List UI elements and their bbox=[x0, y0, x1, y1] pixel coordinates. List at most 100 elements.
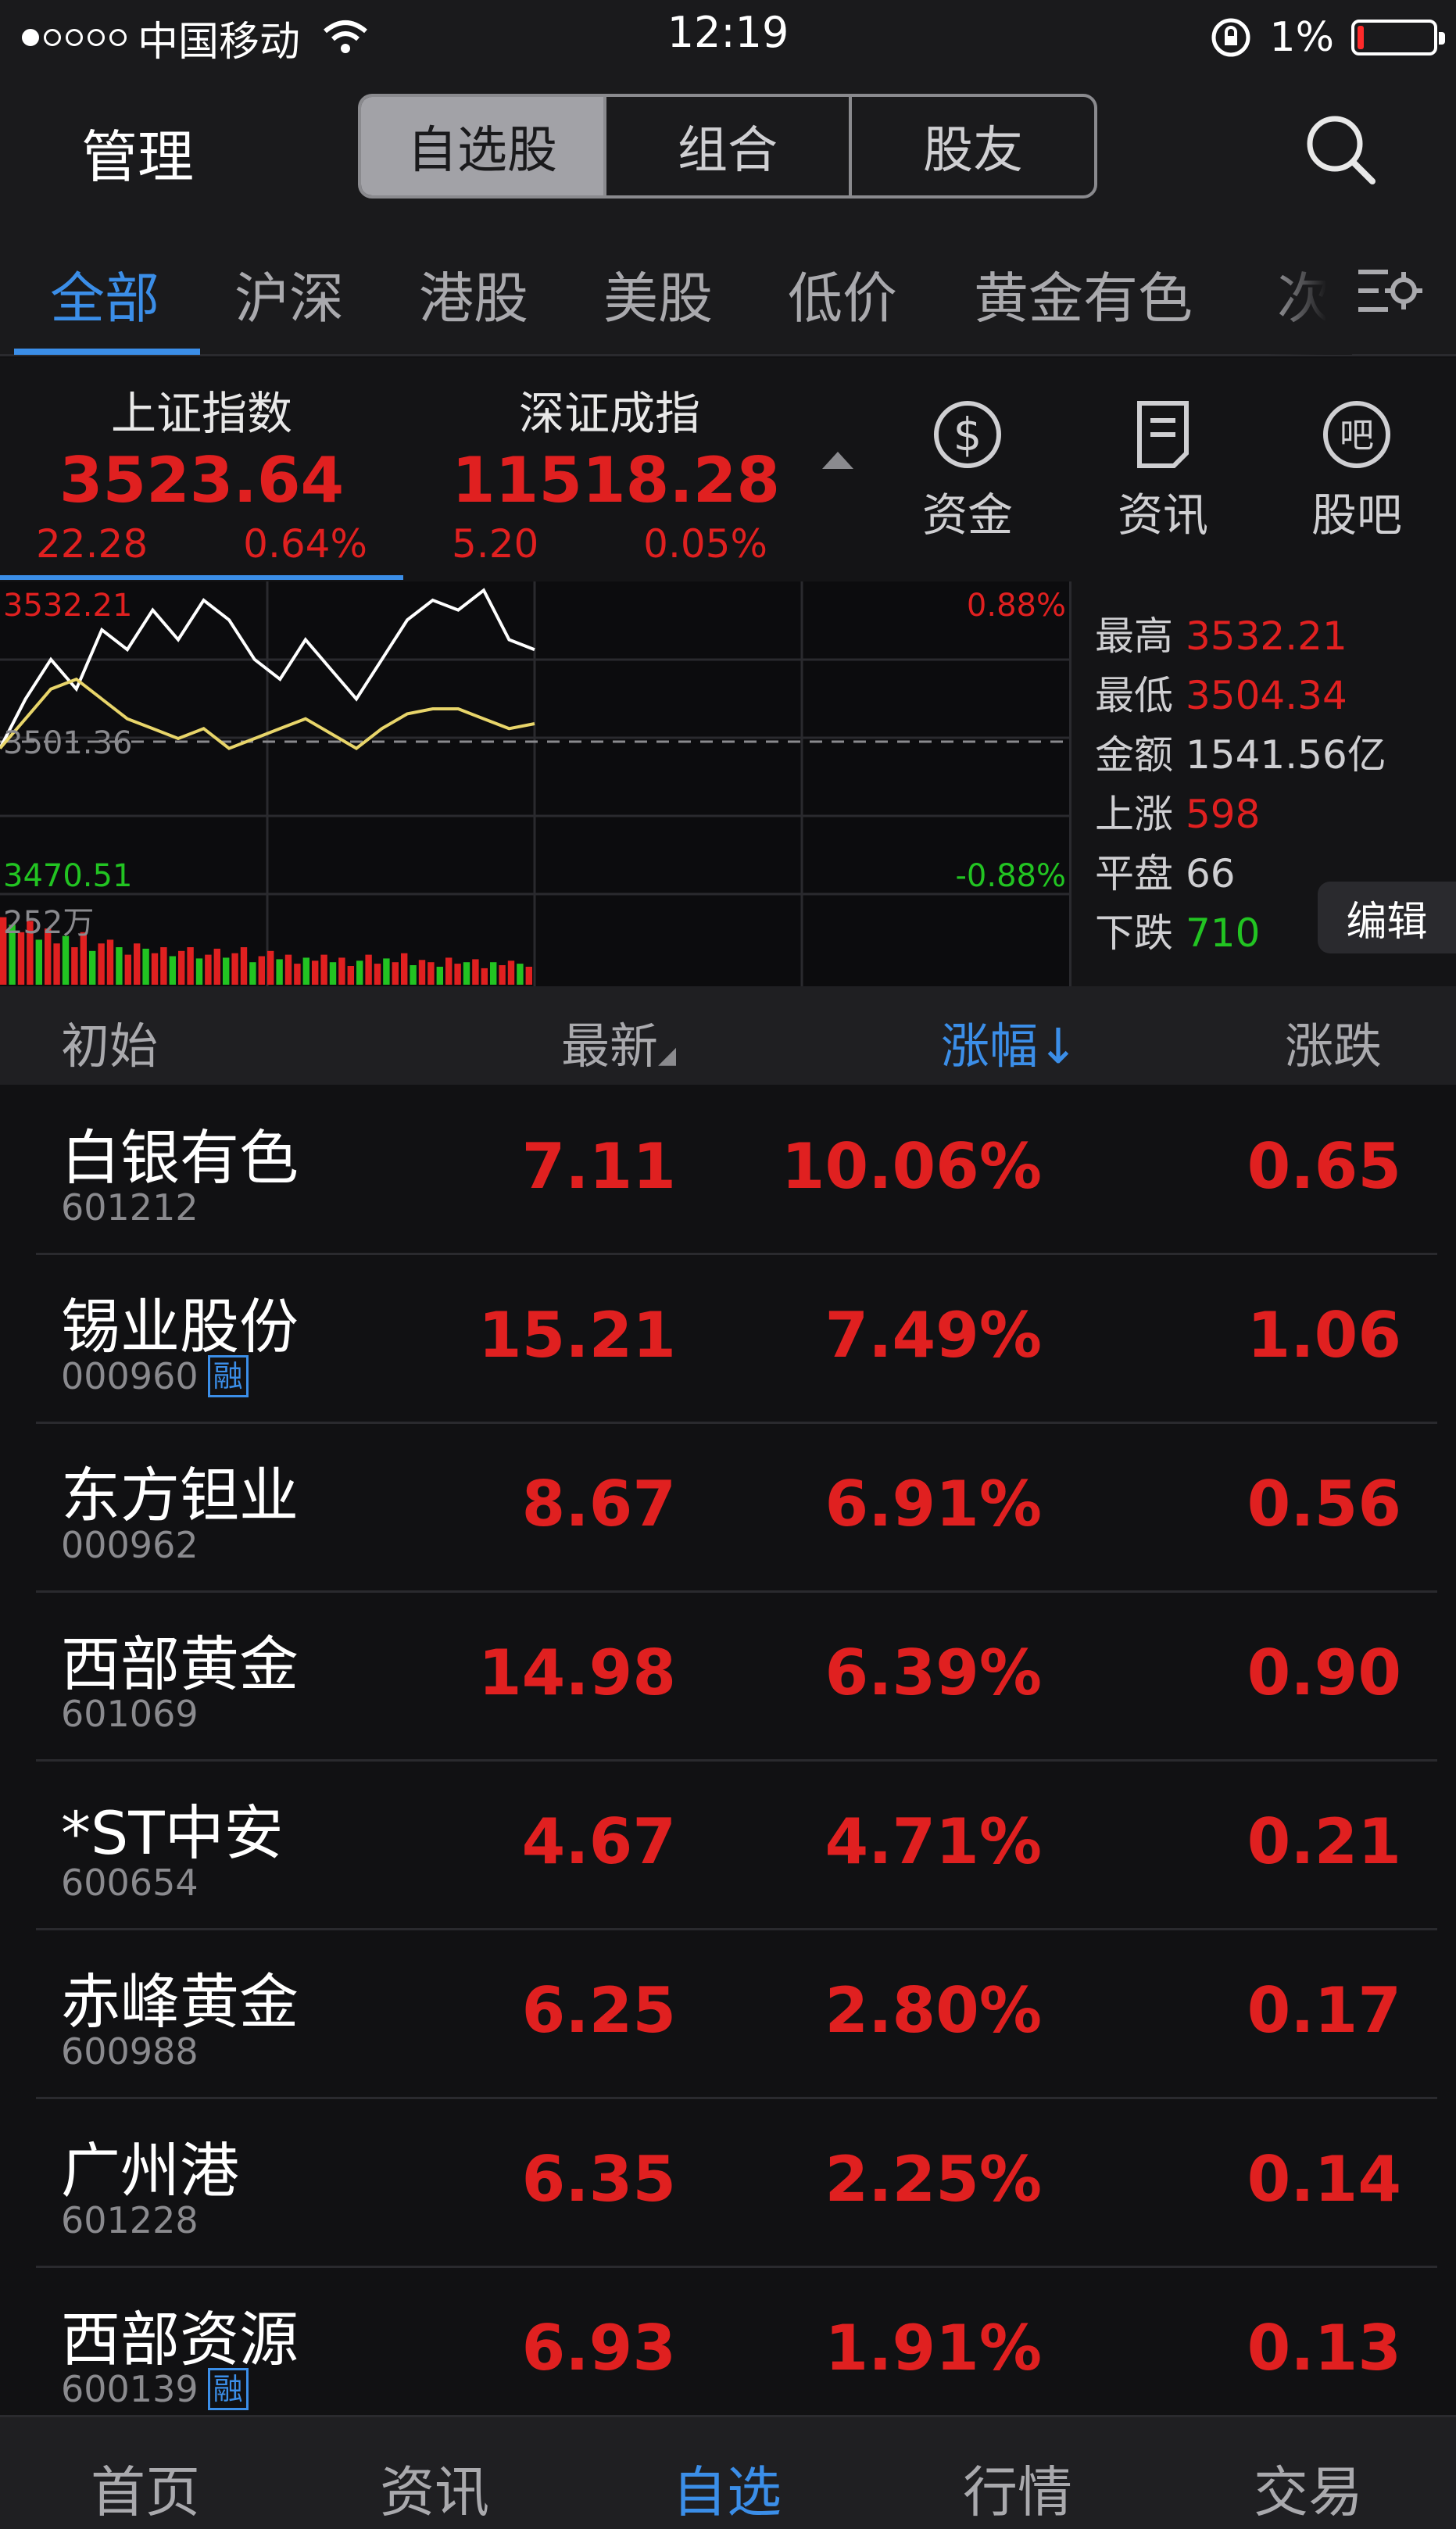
stock-code-text: 600988 bbox=[61, 2030, 199, 2073]
index-change-row: 5.20 0.05% bbox=[452, 521, 767, 567]
volume-bar bbox=[517, 964, 524, 985]
tab-settings-icon[interactable] bbox=[1354, 255, 1424, 325]
collapse-caret-icon[interactable] bbox=[822, 452, 853, 469]
index-percent: 0.05% bbox=[643, 521, 767, 567]
stock-name: *ST中安 bbox=[61, 1798, 284, 1868]
edit-button[interactable]: 编辑 bbox=[1318, 882, 1456, 953]
volume-bar bbox=[258, 956, 265, 985]
volume-bar bbox=[454, 964, 461, 985]
tab-gold-nonferrous[interactable]: 黄金有色 bbox=[974, 255, 1193, 334]
list-header: 初始 最新◢ 涨幅↓ 涨跌 bbox=[0, 986, 1456, 1085]
bottom-tab-watchlist[interactable]: 自选 bbox=[625, 2449, 828, 2527]
segment-friends[interactable]: 股友 bbox=[852, 97, 1094, 195]
stock-name: 赤峰黄金 bbox=[61, 1967, 299, 2037]
segment-portfolio[interactable]: 组合 bbox=[606, 97, 852, 195]
volume-bar bbox=[356, 960, 363, 985]
bottom-tab-news[interactable]: 资讯 bbox=[333, 2449, 536, 2527]
volume-bar bbox=[142, 948, 149, 985]
battery-percent: 1% bbox=[1269, 14, 1335, 61]
stock-code: 601228 bbox=[61, 2199, 199, 2241]
status-bar: 中国移动 12:19 1% bbox=[0, 0, 1456, 75]
quick-forum[interactable]: 吧 股吧 bbox=[1286, 397, 1427, 544]
category-tabs: 全部 沪深 港股 美股 低价 黄金有色 次 bbox=[0, 224, 1456, 356]
stock-change: 0.17 bbox=[1247, 1974, 1401, 2047]
volume-bar bbox=[53, 943, 60, 985]
tab-all[interactable]: 全部 bbox=[50, 255, 159, 334]
stock-row[interactable]: 西部黄金 601069 14.98 6.39% 0.90 bbox=[0, 1593, 1456, 1762]
manage-button[interactable]: 管理 bbox=[81, 111, 194, 193]
index-shenzhen[interactable]: 深证成指 11518.28 5.20 0.05% bbox=[452, 377, 780, 567]
stock-change-pct: 2.80% bbox=[825, 1974, 1042, 2047]
volume-bar bbox=[490, 962, 497, 985]
volume-bar bbox=[374, 964, 381, 985]
nav-bar: 管理 自选股 组合 股友 bbox=[0, 75, 1456, 224]
volume-bar bbox=[294, 964, 301, 985]
stat-value: 1541.56亿 bbox=[1186, 732, 1386, 778]
stock-row[interactable]: 赤峰黄金 600988 6.25 2.80% 0.17 bbox=[0, 1930, 1456, 2099]
stat-flat-count: 平盘 66 bbox=[1095, 842, 1236, 899]
margin-badge: 融 bbox=[207, 1355, 249, 1397]
stock-change-pct: 1.91% bbox=[825, 2312, 1042, 2384]
tab-us[interactable]: 美股 bbox=[603, 255, 713, 334]
stock-code: 601212 bbox=[61, 1186, 199, 1229]
volume-bar bbox=[89, 950, 96, 985]
index-shanghai[interactable]: 上证指数 3523.64 22.28 0.64% bbox=[36, 377, 367, 567]
tab-hk[interactable]: 港股 bbox=[419, 255, 528, 334]
quick-news[interactable]: 资讯 bbox=[1093, 397, 1233, 544]
col-header-latest[interactable]: 最新◢ bbox=[561, 1007, 676, 1077]
volume-bar bbox=[267, 950, 274, 985]
col-header-change-pct[interactable]: 涨幅↓ bbox=[941, 1007, 1079, 1077]
tab-low-price[interactable]: 低价 bbox=[788, 255, 897, 334]
pct-high-label: 0.88% bbox=[967, 588, 1066, 624]
bottom-tab-bar: 首页 资讯 自选 行情 交易 bbox=[0, 2415, 1456, 2529]
stock-row[interactable]: 白银有色 601212 7.11 10.06% 0.65 bbox=[0, 1086, 1456, 1255]
volume-bar bbox=[187, 947, 194, 985]
stock-code-text: 000962 bbox=[61, 1524, 199, 1566]
stock-code-text: 600139 bbox=[61, 2368, 199, 2410]
stock-row[interactable]: 锡业股份 000960 融 15.21 7.49% 1.06 bbox=[0, 1255, 1456, 1424]
forum-icon: 吧 bbox=[1323, 401, 1390, 468]
stock-price: 6.93 bbox=[521, 2312, 676, 2384]
sort-desc-icon: ↓ bbox=[1038, 1018, 1079, 1075]
stock-code-text: 600654 bbox=[61, 1862, 199, 1904]
bottom-tab-market[interactable]: 行情 bbox=[916, 2449, 1119, 2527]
col-header-initial[interactable]: 初始 bbox=[61, 1007, 158, 1077]
stock-name: 西部资源 bbox=[61, 2305, 299, 2374]
intraday-chart[interactable]: 3532.21 3501.36 3470.51 0.88% -0.88% 252… bbox=[0, 581, 1069, 986]
stock-code: 000962 bbox=[61, 1524, 199, 1566]
bottom-tab-trade[interactable]: 交易 bbox=[1207, 2449, 1410, 2527]
stat-label: 上涨 bbox=[1095, 792, 1173, 837]
volume-bar bbox=[302, 957, 309, 985]
tab-active-underline bbox=[14, 349, 200, 355]
index-name: 上证指数 bbox=[110, 387, 292, 440]
stock-price: 14.98 bbox=[478, 1637, 676, 1709]
stock-code-text: 601069 bbox=[61, 1693, 199, 1735]
bottom-tab-home[interactable]: 首页 bbox=[44, 2449, 247, 2527]
sort-corner-icon: ◢ bbox=[658, 1042, 677, 1069]
stock-row[interactable]: 广州港 601228 6.35 2.25% 0.14 bbox=[0, 2099, 1456, 2268]
search-icon[interactable] bbox=[1302, 111, 1377, 186]
index-value: 3523.64 bbox=[59, 444, 345, 517]
tab-sh-sz[interactable]: 沪深 bbox=[234, 255, 344, 334]
col-header-change[interactable]: 涨跌 bbox=[1285, 1007, 1382, 1077]
volume-bar bbox=[98, 943, 105, 985]
pct-low-label: -0.88% bbox=[955, 858, 1066, 894]
tab-fade bbox=[1266, 224, 1352, 355]
quick-funds[interactable]: $ 资金 bbox=[897, 397, 1038, 544]
volume-bar bbox=[116, 947, 123, 985]
volume-bar bbox=[284, 954, 292, 985]
stock-row[interactable]: 西部资源 600139 融 6.93 1.91% 0.13 bbox=[0, 2268, 1456, 2437]
volume-bar bbox=[124, 954, 131, 985]
volume-bar bbox=[62, 935, 70, 985]
col-header-label: 涨幅 bbox=[941, 1018, 1039, 1075]
volume-bar bbox=[240, 947, 248, 985]
volume-bar bbox=[365, 954, 372, 985]
stock-name: 广州港 bbox=[61, 2136, 239, 2205]
segment-watchlist[interactable]: 自选股 bbox=[361, 97, 606, 195]
volume-label: 252万 bbox=[3, 905, 94, 941]
volume-bar bbox=[320, 954, 327, 985]
stock-row[interactable]: 东方钽业 000962 8.67 6.91% 0.56 bbox=[0, 1424, 1456, 1593]
volume-bar bbox=[525, 967, 532, 985]
volume-bar bbox=[401, 953, 408, 985]
stock-row[interactable]: *ST中安 600654 4.67 4.71% 0.21 bbox=[0, 1762, 1456, 1930]
